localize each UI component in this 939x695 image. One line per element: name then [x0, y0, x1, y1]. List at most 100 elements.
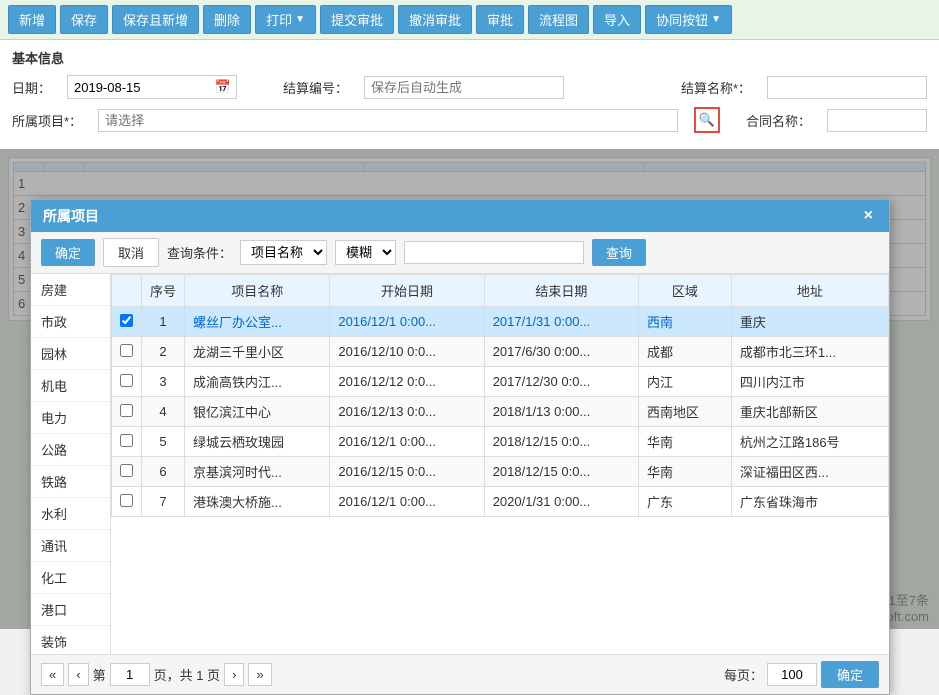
row-start-date: 2016/12/15 0:0...: [330, 457, 484, 487]
last-page-button[interactable]: »: [248, 663, 271, 686]
per-page-label: 每页：: [724, 665, 763, 684]
table-row[interactable]: 6京基滨河时代...2016/12/15 0:0...2018/12/15 0:…: [112, 457, 889, 487]
per-page-input[interactable]: [767, 663, 817, 686]
left-item-gang[interactable]: 港口: [31, 594, 110, 626]
contract-name-input[interactable]: [827, 109, 927, 132]
row-project-name: 京基滨河时代...: [185, 457, 330, 487]
cancel-approve-button[interactable]: 撤消审批: [398, 5, 472, 34]
prev-page-button[interactable]: ‹: [68, 663, 88, 686]
row-num: 6: [142, 457, 185, 487]
th-start-date: 开始日期: [330, 275, 484, 307]
row-address: 杭州之江路186号: [731, 427, 888, 457]
row-address: 四川内江市: [731, 367, 888, 397]
row-start-date: 2016/12/1 0:00...: [330, 427, 484, 457]
settlement-no-input[interactable]: [364, 76, 564, 99]
table-row[interactable]: 1螺丝厂办公室...2016/12/1 0:00...2017/1/31 0:0…: [112, 307, 889, 337]
row-address: 成都市北三环1...: [731, 337, 888, 367]
save-button[interactable]: 保存: [60, 5, 108, 34]
query-input[interactable]: [404, 241, 584, 264]
flowchart-button[interactable]: 流程图: [528, 5, 589, 34]
date-input[interactable]: [68, 77, 210, 98]
query-button[interactable]: 查询: [592, 239, 646, 266]
row-checkbox[interactable]: [120, 464, 133, 477]
row-address: 重庆: [731, 307, 888, 337]
left-item-gong[interactable]: 公路: [31, 434, 110, 466]
modal-dialog: 所属项目 × 确定 取消 查询条件： 项目名称 模糊 查询 房建 市政 园林 机…: [30, 199, 890, 695]
row-end-date: 2018/12/15 0:0...: [484, 427, 638, 457]
modal-header: 所属项目 ×: [31, 200, 889, 232]
collab-button[interactable]: 协同按钮 ▼: [645, 5, 732, 34]
query-mode-select[interactable]: 模糊: [335, 240, 396, 265]
left-item-dian[interactable]: 电力: [31, 402, 110, 434]
row-end-date: 2020/1/31 0:00...: [484, 487, 638, 517]
row-project-name: 龙湖三千里小区: [185, 337, 330, 367]
row-checkbox[interactable]: [120, 314, 133, 327]
row-checkbox[interactable]: [120, 374, 133, 387]
collab-arrow-icon: ▼: [711, 14, 721, 25]
th-end-date: 结束日期: [484, 275, 638, 307]
row-num: 3: [142, 367, 185, 397]
table-row[interactable]: 3成渝高铁内江...2016/12/12 0:0...2017/12/30 0:…: [112, 367, 889, 397]
row-end-date: 2017/1/31 0:00...: [484, 307, 638, 337]
th-checkbox: [112, 275, 142, 307]
th-project-name: 项目名称: [185, 275, 330, 307]
left-item-tie[interactable]: 铁路: [31, 466, 110, 498]
row-start-date: 2016/12/13 0:0...: [330, 397, 484, 427]
settlement-name-input[interactable]: [767, 76, 927, 99]
footer-confirm-button[interactable]: 确定: [821, 661, 879, 688]
left-item-yuan[interactable]: 园林: [31, 338, 110, 370]
row-project-name: 螺丝厂办公室...: [185, 307, 330, 337]
contract-name-label: 合同名称：: [746, 111, 811, 130]
row-checkbox[interactable]: [120, 494, 133, 507]
table-row[interactable]: 5绿城云栖玫瑰园2016/12/1 0:00...2018/12/15 0:0.…: [112, 427, 889, 457]
print-button[interactable]: 打印 ▼: [255, 5, 316, 34]
row-project-name: 港珠澳大桥施...: [185, 487, 330, 517]
calendar-icon[interactable]: 📅: [210, 76, 236, 98]
date-label: 日期：: [12, 78, 51, 97]
project-search-button[interactable]: 🔍: [694, 107, 720, 133]
table-row[interactable]: 2龙湖三千里小区2016/12/10 0:0...2017/6/30 0:00.…: [112, 337, 889, 367]
toolbar: 新增 保存 保存且新增 删除 打印 ▼ 提交审批 撤消审批 审批 流程图 导入 …: [0, 0, 939, 40]
project-input[interactable]: [98, 109, 678, 132]
submit-button[interactable]: 提交审批: [320, 5, 394, 34]
basic-info-section: 基本信息 日期： 📅 结算编号： 结算名称*： 所属项目*： 🔍 合同名称：: [0, 40, 939, 149]
modal-cancel-button[interactable]: 取消: [103, 238, 159, 267]
pagination: « ‹ 第 页，共 1 页 › »: [41, 663, 272, 686]
table-row[interactable]: 7港珠澳大桥施...2016/12/1 0:00...2020/1/31 0:0…: [112, 487, 889, 517]
page-number-input[interactable]: [110, 663, 150, 686]
settlement-name-label: 结算名称*：: [681, 78, 751, 97]
import-button[interactable]: 导入: [593, 5, 641, 34]
row-checkbox[interactable]: [120, 434, 133, 447]
first-page-button[interactable]: «: [41, 663, 64, 686]
settlement-no-label: 结算编号：: [283, 78, 348, 97]
left-item-zhuang[interactable]: 装饰: [31, 626, 110, 654]
add-button[interactable]: 新增: [8, 5, 56, 34]
delete-button[interactable]: 删除: [203, 5, 251, 34]
approve-button[interactable]: 审批: [476, 5, 524, 34]
row-checkbox[interactable]: [120, 344, 133, 357]
query-label: 查询条件：: [167, 243, 232, 262]
row-region: 华南: [638, 427, 731, 457]
left-item-tong[interactable]: 通讯: [31, 530, 110, 562]
left-panel: 房建 市政 园林 机电 电力 公路 铁路 水利 通讯 化工 港口 装饰: [31, 274, 111, 654]
save-add-button[interactable]: 保存且新增: [112, 5, 199, 34]
left-item-hua[interactable]: 化工: [31, 562, 110, 594]
modal-close-button[interactable]: ×: [860, 207, 877, 225]
date-input-wrapper: 📅: [67, 75, 237, 99]
page-total-info: 页，共 1 页: [154, 665, 220, 684]
row-checkbox[interactable]: [120, 404, 133, 417]
row-end-date: 2017/12/30 0:0...: [484, 367, 638, 397]
left-item-fang[interactable]: 房建: [31, 274, 110, 306]
row-project-name: 成渝高铁内江...: [185, 367, 330, 397]
table-row[interactable]: 4银亿滨江中心2016/12/13 0:0...2018/1/13 0:00..…: [112, 397, 889, 427]
row-region: 西南地区: [638, 397, 731, 427]
next-page-button[interactable]: ›: [224, 663, 244, 686]
left-item-ji[interactable]: 机电: [31, 370, 110, 402]
modal-confirm-button[interactable]: 确定: [41, 239, 95, 266]
section-title: 基本信息: [12, 48, 927, 67]
row-start-date: 2016/12/1 0:00...: [330, 487, 484, 517]
left-item-shi[interactable]: 市政: [31, 306, 110, 338]
form-row-date: 日期： 📅 结算编号： 结算名称*：: [12, 75, 927, 99]
left-item-shui[interactable]: 水利: [31, 498, 110, 530]
query-field-select[interactable]: 项目名称: [240, 240, 327, 265]
